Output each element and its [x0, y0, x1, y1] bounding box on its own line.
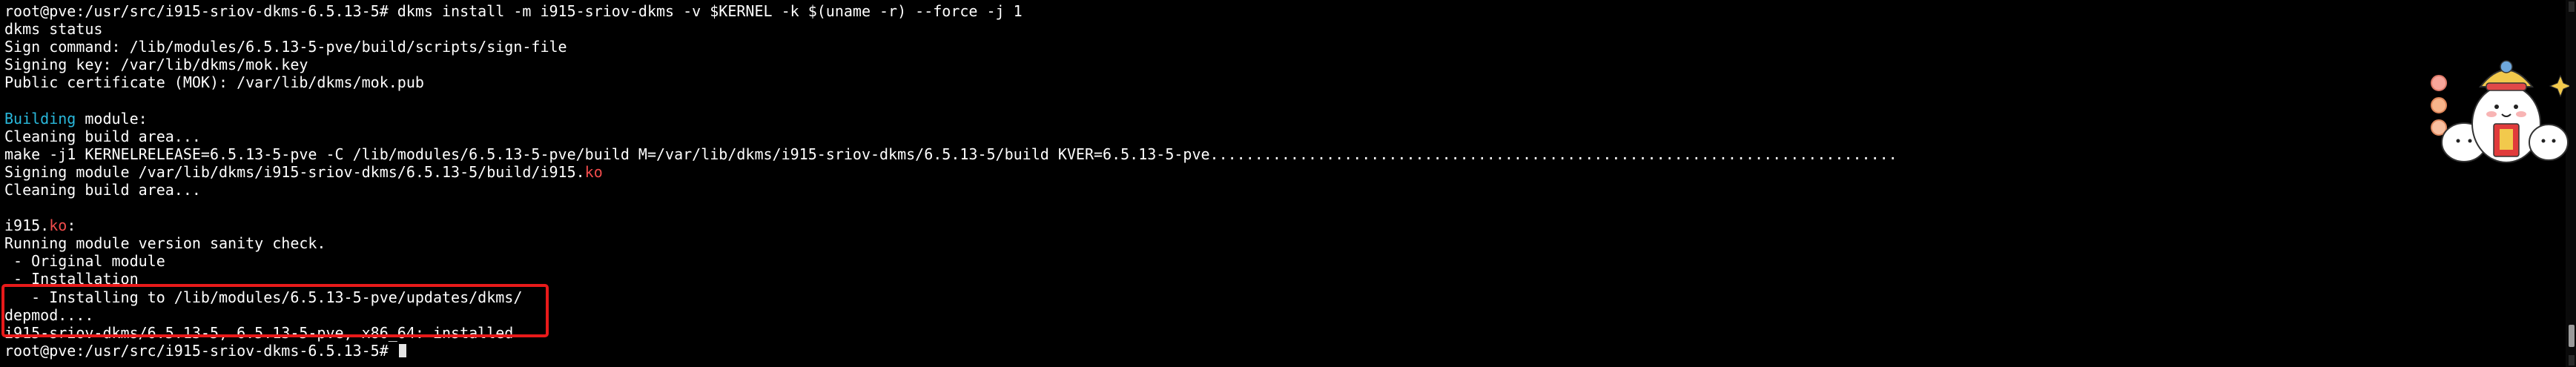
terminal-text: : — [67, 216, 76, 235]
terminal-line: Cleaning build area... — [4, 181, 2576, 199]
scroll-up-arrow[interactable] — [2569, 1, 2575, 12]
terminal-line: Cleaning build area... — [4, 128, 2576, 145]
terminal-text: root@pve:/usr/src/i915-sriov-dkms-6.5.13… — [4, 2, 1023, 20]
terminal-line: Public certificate (MOK): /var/lib/dkms/… — [4, 73, 2576, 91]
scroll-thumb[interactable] — [2569, 325, 2575, 347]
terminal-text: Signing module /var/lib/dkms/i915-sriov-… — [4, 162, 585, 181]
terminal-text: Signing key: /var/lib/dkms/mok.key — [4, 56, 308, 74]
terminal-line: i915.ko: — [4, 216, 2576, 234]
terminal-line: Sign command: /lib/modules/6.5.13-5-pve/… — [4, 38, 2576, 56]
badge-icon-1 — [2431, 75, 2447, 91]
terminal-line: root@pve:/usr/src/i915-sriov-dkms-6.5.13… — [4, 2, 2576, 20]
terminal-text: i915. — [4, 216, 50, 235]
terminal-line: i915-sriov-dkms/6.5.13-5, 6.5.13-5-pve, … — [4, 324, 2576, 342]
terminal-line: make -j1 KERNELRELEASE=6.5.13-5-pve -C /… — [4, 145, 2576, 163]
terminal-text: i915-sriov-dkms/6.5.13-5, 6.5.13-5-pve, … — [4, 323, 514, 342]
terminal-line: Signing module /var/lib/dkms/i915-sriov-… — [4, 163, 2576, 181]
terminal-text: Running module version sanity check. — [4, 234, 326, 253]
terminal-line: root@pve:/usr/src/i915-sriov-dkms-6.5.13… — [4, 342, 2576, 360]
terminal-line: dkms status — [4, 20, 2576, 38]
cartoon-mascot-sticker — [2431, 60, 2569, 163]
file-extension-text: ko — [584, 162, 603, 181]
terminal-output[interactable]: root@pve:/usr/src/i915-sriov-dkms-6.5.13… — [0, 0, 2576, 367]
scroll-down-arrow[interactable] — [2569, 355, 2575, 366]
terminal-line: Running module version sanity check. — [4, 234, 2576, 252]
terminal-text: depmod.... — [4, 305, 94, 324]
terminal-text: root@pve:/usr/src/i915-sriov-dkms-6.5.13… — [4, 341, 397, 360]
terminal-line: - Original module — [4, 252, 2576, 270]
text-cursor — [398, 343, 406, 357]
status-keyword-text: Building — [4, 109, 76, 128]
terminal-text: module: — [76, 109, 148, 128]
terminal-text: - Installing to /lib/modules/6.5.13-5-pv… — [4, 288, 523, 306]
terminal-text: Cleaning build area... — [4, 180, 201, 199]
terminal-text: dkms status — [4, 20, 103, 39]
terminal-text: Public certificate (MOK): /var/lib/dkms/… — [4, 73, 424, 92]
terminal-text: Sign command: /lib/modules/6.5.13-5-pve/… — [4, 38, 567, 56]
terminal-line: Building module: — [4, 110, 2576, 128]
terminal-line: - Installing to /lib/modules/6.5.13-5-pv… — [4, 288, 2576, 306]
terminal-line: Signing key: /var/lib/dkms/mok.key — [4, 56, 2576, 73]
badge-icon-2 — [2431, 97, 2447, 113]
terminal-line: - Installation — [4, 270, 2576, 288]
terminal-line: depmod.... — [4, 306, 2576, 324]
file-extension-text: ko — [49, 216, 67, 235]
terminal-text: - Original module — [4, 252, 165, 271]
terminal-text: Cleaning build area... — [4, 127, 201, 145]
terminal-text: make -j1 KERNELRELEASE=6.5.13-5-pve -C /… — [4, 145, 1898, 163]
terminal-text: - Installation — [4, 270, 139, 288]
